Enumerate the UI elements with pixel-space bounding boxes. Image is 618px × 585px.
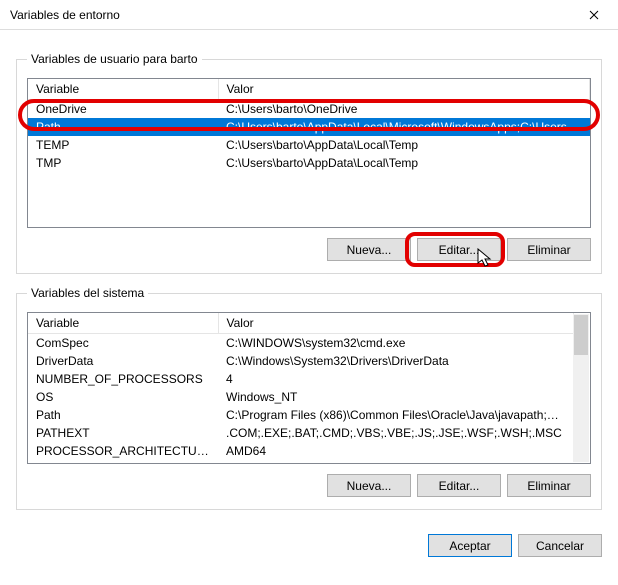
table-row[interactable]: NUMBER_OF_PROCESSORS4 bbox=[28, 370, 574, 388]
scrollbar-thumb[interactable] bbox=[574, 315, 588, 355]
table-row[interactable]: TMP C:\Users\barto\AppData\Local\Temp bbox=[28, 154, 590, 172]
table-row[interactable]: ComSpecC:\WINDOWS\system32\cmd.exe bbox=[28, 334, 574, 353]
system-variables-table-wrap: Variable Valor ComSpecC:\WINDOWS\system3… bbox=[27, 312, 591, 464]
user-edit-button[interactable]: Editar... bbox=[417, 238, 501, 261]
table-row[interactable]: DriverDataC:\Windows\System32\Drivers\Dr… bbox=[28, 352, 574, 370]
system-group-legend: Variables del sistema bbox=[27, 286, 148, 300]
system-buttons-row: Nueva... Editar... Eliminar bbox=[27, 474, 591, 497]
table-row[interactable]: Path C:\Users\barto\AppData\Local\Micros… bbox=[28, 118, 590, 136]
user-new-button[interactable]: Nueva... bbox=[327, 238, 411, 261]
scrollbar[interactable] bbox=[573, 314, 589, 462]
system-delete-button[interactable]: Eliminar bbox=[507, 474, 591, 497]
dialog-footer: Aceptar Cancelar bbox=[0, 534, 618, 571]
close-icon[interactable] bbox=[572, 1, 616, 29]
system-new-button[interactable]: Nueva... bbox=[327, 474, 411, 497]
ok-button[interactable]: Aceptar bbox=[428, 534, 512, 557]
table-row[interactable]: PROCESSOR_ARCHITECTUREAMD64 bbox=[28, 442, 574, 460]
system-col-value[interactable]: Valor bbox=[218, 313, 574, 334]
user-variables-table-wrap: Variable Valor OneDrive C:\Users\barto\O… bbox=[27, 78, 591, 228]
table-row[interactable]: OneDrive C:\Users\barto\OneDrive bbox=[28, 100, 590, 119]
cancel-button[interactable]: Cancelar bbox=[518, 534, 602, 557]
table-row[interactable]: PATHEXT.COM;.EXE;.BAT;.CMD;.VBS;.VBE;.JS… bbox=[28, 424, 574, 442]
user-variables-group: Variables de usuario para barto Variable… bbox=[16, 52, 602, 274]
system-col-variable[interactable]: Variable bbox=[28, 313, 218, 334]
user-variables-table[interactable]: Variable Valor OneDrive C:\Users\barto\O… bbox=[28, 79, 590, 172]
titlebar: Variables de entorno bbox=[0, 0, 618, 30]
user-delete-button[interactable]: Eliminar bbox=[507, 238, 591, 261]
user-group-legend: Variables de usuario para barto bbox=[27, 52, 202, 66]
user-col-variable[interactable]: Variable bbox=[28, 79, 218, 100]
table-row[interactable]: TEMP C:\Users\barto\AppData\Local\Temp bbox=[28, 136, 590, 154]
window-title: Variables de entorno bbox=[10, 8, 572, 22]
user-buttons-row: Nueva... Editar... Eliminar bbox=[27, 238, 591, 261]
table-row[interactable]: OSWindows_NT bbox=[28, 388, 574, 406]
dialog-body: Variables de usuario para barto Variable… bbox=[0, 30, 618, 524]
user-col-value[interactable]: Valor bbox=[218, 79, 590, 100]
system-edit-button[interactable]: Editar... bbox=[417, 474, 501, 497]
system-variables-group: Variables del sistema Variable Valor Com… bbox=[16, 286, 602, 510]
system-variables-table[interactable]: Variable Valor ComSpecC:\WINDOWS\system3… bbox=[28, 313, 574, 460]
table-row[interactable]: PathC:\Program Files (x86)\Common Files\… bbox=[28, 406, 574, 424]
